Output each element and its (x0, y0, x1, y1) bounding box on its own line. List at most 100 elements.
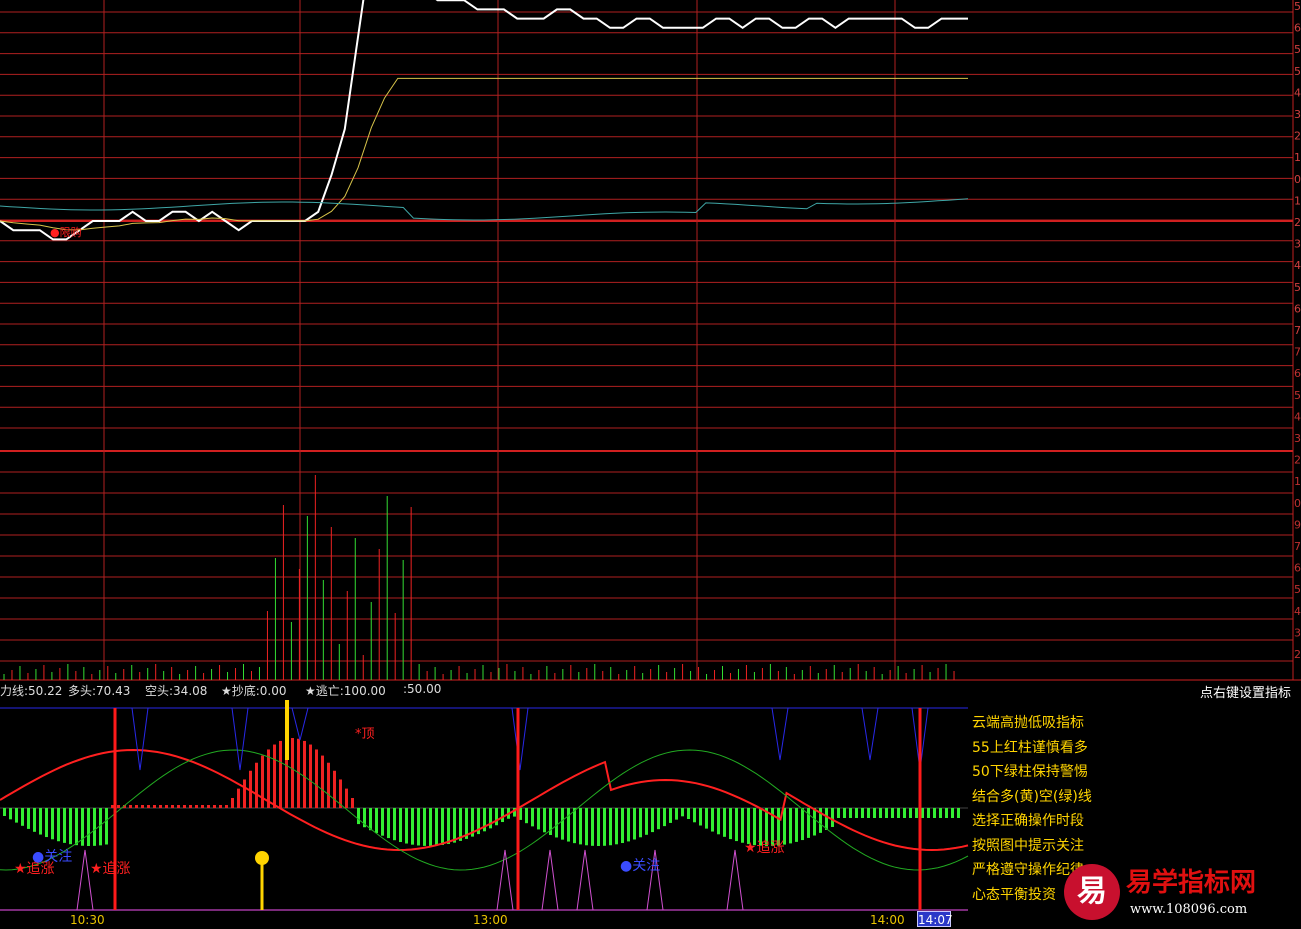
histogram-bar-down (453, 808, 456, 843)
right-axis-label: 3 (1294, 238, 1301, 251)
histogram-bar-down (405, 808, 408, 844)
histogram-bar-down (429, 808, 432, 846)
right-axis-label: 6 (1294, 22, 1301, 35)
histogram-bar-down (633, 808, 636, 840)
info-power-line: 力线:50.22 (0, 684, 63, 698)
right-axis-label: 3 (1294, 626, 1301, 639)
histogram-bar-down (87, 808, 90, 846)
histogram-bar-up (135, 805, 138, 808)
histogram-bar-down (741, 808, 744, 843)
histogram-bar-down (417, 808, 420, 846)
indicator-hint: 结合多(黄)空(绿)线 (972, 788, 1092, 805)
right-axis-label: 1 (1294, 194, 1301, 207)
indicator-hint: 心态平衡投资 (972, 886, 1056, 903)
histogram-bar-down (861, 808, 864, 818)
histogram-bar-up (351, 798, 354, 808)
histogram-bar-down (3, 808, 6, 816)
histogram-bar-down (927, 808, 930, 818)
info-bulls: 多头:70.43 (68, 684, 131, 698)
settings-hint[interactable]: 点右键设置指标 (1200, 682, 1291, 701)
histogram-bar-down (357, 808, 360, 825)
right-axis-label: 3 (1294, 432, 1301, 445)
buy-marker (255, 851, 269, 865)
intraday-chart[interactable]: 5 6 5 5 4 3 2 1 0 1 2 3 4 5 6 7 7 6 5 4 3 2 1 0 9 7 6 5 4 3 2 ★追涨 ★追涨 ★追涨… (0, 0, 1301, 929)
histogram-bar-down (849, 808, 852, 818)
histogram-bar-down (591, 808, 594, 846)
histogram-bar-up (243, 779, 246, 808)
histogram-bar-down (903, 808, 906, 818)
right-axis-label: 2 (1294, 216, 1301, 229)
right-axis-label: 6 (1294, 367, 1301, 380)
histogram-bar-up (225, 805, 228, 808)
right-axis-label: 5 (1294, 583, 1301, 596)
right-axis-label: 9 (1294, 518, 1301, 531)
right-axis-label: 5 (1294, 43, 1301, 56)
right-axis-label: 2 (1294, 454, 1301, 467)
right-axis-label: 4 (1294, 86, 1301, 99)
histogram-bar-up (309, 744, 312, 808)
histogram-bar-down (915, 808, 918, 818)
histogram-bar-down (9, 808, 12, 820)
right-axis-label: 6 (1294, 302, 1301, 315)
histogram-bar-down (663, 808, 666, 827)
histogram-bar-down (645, 808, 648, 835)
histogram-bar-down (945, 808, 948, 818)
histogram-bar-down (939, 808, 942, 818)
index-line (0, 198, 969, 221)
histogram-bar-down (747, 808, 750, 845)
indicator-hint: 按照图中提示关注 (972, 837, 1084, 854)
histogram-bar-down (789, 808, 792, 844)
info-level: :50.00 (403, 682, 442, 696)
histogram-bar-down (525, 808, 528, 824)
histogram-bar-down (501, 808, 504, 823)
histogram-bar-down (93, 808, 96, 846)
histogram-bar-up (291, 738, 294, 808)
bottom-spike (726, 849, 744, 911)
info-bears: 空头:34.08 (145, 684, 208, 698)
histogram-bar-down (831, 808, 834, 827)
histogram-bar-down (723, 808, 726, 837)
indicator-hint: 选择正确操作时段 (972, 813, 1084, 829)
histogram-bar-down (423, 808, 426, 846)
histogram-bar-down (597, 808, 600, 846)
histogram-bar-up (117, 805, 120, 808)
histogram-bar-down (621, 808, 624, 844)
chart-canvas[interactable]: 5655432101234567765432109765432★追涨 ★追涨★追涨… (0, 0, 1301, 929)
histogram-bar-down (885, 808, 888, 818)
histogram-bar-down (879, 808, 882, 818)
histogram-bar-up (171, 805, 174, 808)
histogram-bar-up (237, 788, 240, 808)
histogram-bar-up (177, 805, 180, 808)
histogram-bar-up (195, 805, 198, 808)
histogram-bar-down (669, 808, 672, 823)
histogram-bar-down (435, 808, 438, 846)
histogram-bar-down (627, 808, 630, 842)
histogram-bar-down (573, 808, 576, 844)
histogram-bar-up (267, 749, 270, 808)
histogram-bar-down (543, 808, 546, 833)
histogram-bar-down (681, 808, 684, 817)
histogram-bar-down (555, 808, 558, 838)
bottom-spike (576, 849, 594, 911)
histogram-bar-down (855, 808, 858, 818)
histogram-bar-down (105, 808, 108, 845)
histogram-bar-up (219, 805, 222, 808)
histogram-bar-up (147, 805, 150, 808)
histogram-bar-down (561, 808, 564, 840)
right-axis-label: 4 (1294, 259, 1301, 272)
histogram-bar-down (657, 808, 660, 830)
chase-signal-chase3: ★追涨 (744, 840, 785, 856)
histogram-bar-up (141, 805, 144, 808)
right-axis-label: 5 (1294, 0, 1301, 13)
right-axis-label: 4 (1294, 410, 1301, 423)
histogram-bar-down (891, 808, 894, 818)
histogram-bar-down (39, 808, 42, 835)
histogram-bar-down (495, 808, 498, 826)
histogram-bar-down (387, 808, 390, 839)
time-cursor: 14:07 (917, 911, 953, 927)
info-bottom: ★抄底:0.00 (221, 684, 287, 698)
histogram-bar-down (957, 808, 960, 818)
top-signal: *顶 (355, 727, 375, 742)
histogram-bar-down (399, 808, 402, 843)
histogram-bar-up (183, 805, 186, 808)
